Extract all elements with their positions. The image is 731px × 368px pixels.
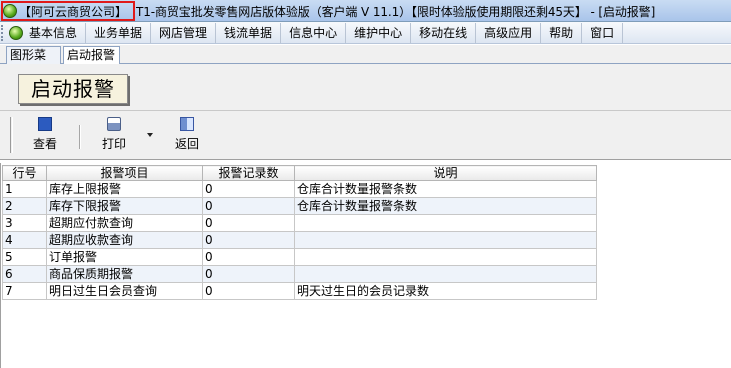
alarm-grid-area: 行号 报警项目 报警记录数 说明 1 库存上限报警 0 仓库合计数量报警条数 2…	[0, 163, 731, 368]
print-label: 打印	[101, 137, 126, 151]
table-row[interactable]: 6 商品保质期报警 0	[2, 265, 597, 283]
menu-item-business-docs[interactable]: 业务单据	[86, 22, 152, 43]
menu-item-help[interactable]: 帮助	[541, 22, 583, 43]
print-button[interactable]: 打印	[96, 117, 132, 157]
menu-item-online-store[interactable]: 网店管理	[151, 22, 217, 43]
description-cell[interactable]: 仓库合计数量报警条数	[294, 197, 597, 215]
row-number-cell[interactable]: 1	[2, 180, 47, 198]
alarm-item-cell[interactable]: 超期应收款查询	[46, 231, 203, 249]
tab-bar: 图形菜单 启动报警	[0, 45, 731, 78]
table-row[interactable]: 7 明日过生日会员查询 0 明天过生日的会员记录数	[2, 282, 597, 300]
back-label: 返回	[174, 137, 199, 151]
alarm-item-cell[interactable]: 库存下限报警	[46, 197, 203, 215]
menu-grip-handle[interactable]	[1, 24, 7, 41]
record-count-cell[interactable]: 0	[202, 248, 295, 266]
table-row[interactable]: 1 库存上限报警 0 仓库合计数量报警条数	[2, 180, 597, 198]
column-header-alarm-item[interactable]: 报警项目	[46, 165, 203, 181]
menu-item-cashflow-docs[interactable]: 钱流单据	[216, 22, 282, 43]
tab-startup-alarm[interactable]: 启动报警	[63, 46, 120, 64]
record-count-cell[interactable]: 0	[202, 265, 295, 283]
menu-item-maintenance[interactable]: 维护中心	[346, 22, 412, 43]
view-icon	[38, 117, 52, 131]
menu-item-info-center[interactable]: 信息中心	[281, 22, 347, 43]
alarm-item-cell[interactable]: 明日过生日会员查询	[46, 282, 203, 300]
row-number-cell[interactable]: 7	[2, 282, 47, 300]
header-panel: 启动报警	[0, 64, 731, 110]
record-count-cell[interactable]: 0	[202, 214, 295, 232]
menu-item-mobile-online[interactable]: 移动在线	[411, 22, 477, 43]
record-count-cell[interactable]: 0	[202, 231, 295, 249]
table-row[interactable]: 3 超期应付款查询 0	[2, 214, 597, 232]
page-title: 启动报警	[18, 74, 128, 104]
description-cell[interactable]: 明天过生日的会员记录数	[294, 282, 597, 300]
menu-bar: 基本信息 业务单据 网店管理 钱流单据 信息中心 维护中心 移动在线 高级应用 …	[0, 22, 731, 44]
company-name: 【阿可云商贸公司】	[19, 5, 128, 19]
description-cell[interactable]	[294, 214, 597, 232]
description-cell[interactable]: 仓库合计数量报警条数	[294, 180, 597, 198]
description-cell[interactable]	[294, 265, 597, 283]
back-icon	[180, 117, 194, 131]
description-cell[interactable]	[294, 231, 597, 249]
record-count-cell[interactable]: 0	[202, 180, 295, 198]
table-row[interactable]: 5 订单报警 0	[2, 248, 597, 266]
record-count-cell[interactable]: 0	[202, 197, 295, 215]
record-count-cell[interactable]: 0	[202, 282, 295, 300]
column-header-row-number[interactable]: 行号	[2, 165, 47, 181]
toolbar-separator	[79, 125, 81, 149]
alarm-item-cell[interactable]: 库存上限报警	[46, 180, 203, 198]
row-number-cell[interactable]: 3	[2, 214, 47, 232]
tab-graphic-menu[interactable]: 图形菜单	[6, 46, 61, 78]
table-row[interactable]: 2 库存下限报警 0 仓库合计数量报警条数	[2, 197, 597, 215]
print-dropdown-arrow-icon[interactable]	[147, 133, 153, 137]
printer-icon	[107, 117, 121, 131]
menu-item-advanced[interactable]: 高级应用	[476, 22, 542, 43]
table-header-row: 行号 报警项目 报警记录数 说明	[2, 165, 597, 181]
column-header-description[interactable]: 说明	[294, 165, 597, 181]
alarm-item-cell[interactable]: 超期应付款查询	[46, 214, 203, 232]
alarm-item-cell[interactable]: 商品保质期报警	[46, 265, 203, 283]
row-number-cell[interactable]: 2	[2, 197, 47, 215]
toolbar-grip[interactable]	[10, 117, 13, 153]
back-button[interactable]: 返回	[170, 117, 204, 157]
menu-item-window[interactable]: 窗口	[582, 22, 624, 43]
menu-item-basic-info[interactable]: 基本信息	[23, 22, 87, 43]
column-header-record-count[interactable]: 报警记录数	[202, 165, 295, 181]
view-label: 查看	[32, 137, 57, 151]
row-number-cell[interactable]: 6	[2, 265, 47, 283]
window-title: T1-商贸宝批发零售网店版体验版（客户端 V 11.1）【限时体验版使用期限还剩…	[136, 5, 656, 19]
alarm-item-cell[interactable]: 订单报警	[46, 248, 203, 266]
row-number-cell[interactable]: 5	[2, 248, 47, 266]
menu-globe-icon[interactable]	[9, 25, 23, 40]
alarm-table: 行号 报警项目 报警记录数 说明 1 库存上限报警 0 仓库合计数量报警条数 2…	[2, 165, 597, 300]
row-number-cell[interactable]: 4	[2, 231, 47, 249]
toolbar: 查看 打印 返回	[0, 110, 731, 160]
title-bar: 【阿可云商贸公司】 T1-商贸宝批发零售网店版体验版（客户端 V 11.1）【限…	[0, 0, 731, 22]
view-button[interactable]: 查看	[28, 117, 62, 157]
table-row[interactable]: 4 超期应收款查询 0	[2, 231, 597, 249]
description-cell[interactable]	[294, 248, 597, 266]
